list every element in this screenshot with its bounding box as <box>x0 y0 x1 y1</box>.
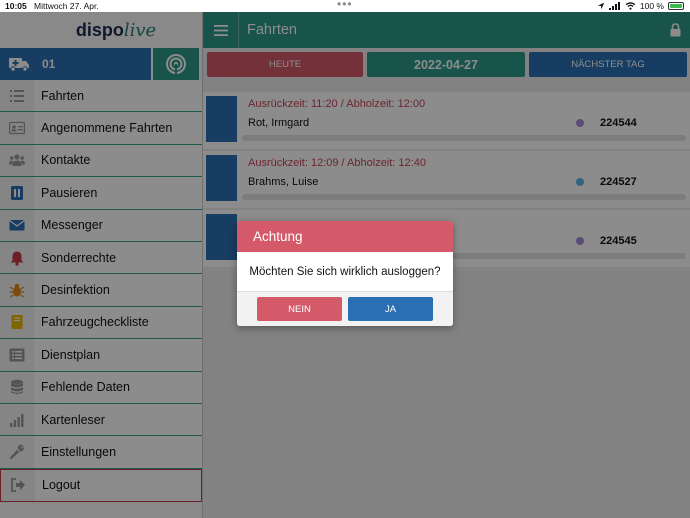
status-date: Mittwoch 27. Apr. <box>34 1 99 11</box>
no-button[interactable]: NEIN <box>257 297 342 321</box>
wifi-icon <box>625 2 636 10</box>
logout-dialog: Achtung Möchten Sie sich wirklich auslog… <box>237 221 453 326</box>
multitask-dots-icon[interactable]: ••• <box>337 0 353 11</box>
dialog-message: Möchten Sie sich wirklich ausloggen? <box>249 265 441 278</box>
battery-icon <box>668 2 684 10</box>
battery-percent: 100 % <box>639 1 664 11</box>
yes-button[interactable]: JA <box>348 297 433 321</box>
cellular-icon <box>608 2 620 10</box>
location-icon <box>597 2 605 10</box>
dialog-actions: NEIN JA <box>237 291 453 326</box>
status-time: 10:05 <box>5 1 27 11</box>
status-bar: 10:05 Mittwoch 27. Apr. ••• 100 % <box>0 0 690 12</box>
dialog-title: Achtung <box>237 221 453 252</box>
